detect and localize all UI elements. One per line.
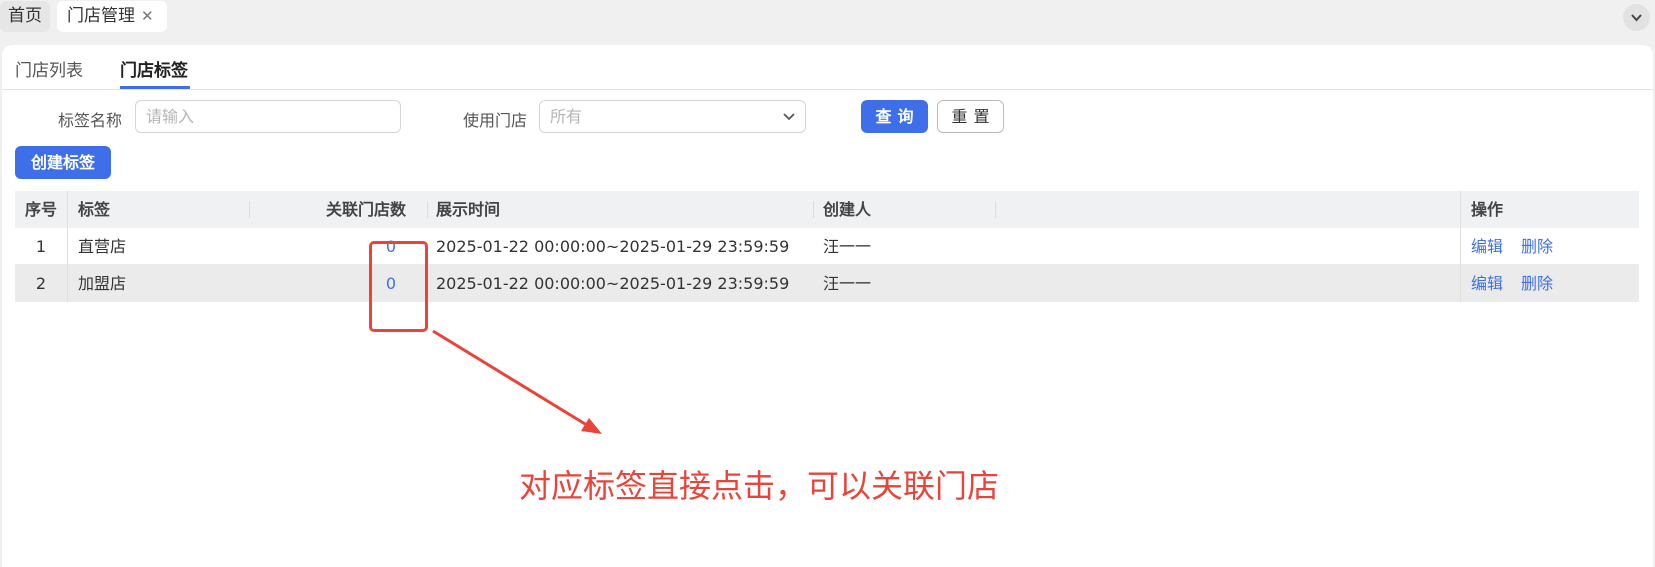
annotation-text: 对应标签直接点击，可以关联门店 [519,467,1000,505]
row-tag: 直营店 [78,237,127,256]
delete-link[interactable]: 删除 [1521,274,1553,293]
row-display-time: 2025-01-22 00:00:00~2025-01-29 23:59:59 [436,237,790,256]
header-store-count: 关联门店数 [325,200,406,219]
column-divider [67,191,68,228]
table-row: 2 加盟店 0 2025-01-22 00:00:00~2025-01-29 2… [15,265,1639,302]
page-tab-store-management[interactable]: 门店管理 ✕ [57,1,167,32]
column-divider [995,201,996,218]
column-divider [427,201,428,218]
column-divider [1460,265,1461,302]
use-store-select[interactable]: 所有 [539,100,806,133]
header-display-time: 展示时间 [436,200,501,219]
column-divider [813,201,814,218]
delete-link[interactable]: 删除 [1521,237,1553,256]
row-tag: 加盟店 [78,274,127,293]
header-creator: 创建人 [823,200,872,219]
tag-name-label: 标签名称 [58,111,123,130]
column-divider [67,228,68,265]
row-creator: 汪一一 [823,274,872,293]
use-store-value: 所有 [550,107,583,126]
use-store-label: 使用门店 [463,111,528,130]
row-ops: 编辑 删除 [1471,228,1631,265]
table-header: 序号 标签 关联门店数 展示时间 创建人 操作 [15,191,1639,228]
chevron-down-icon[interactable] [1623,4,1650,31]
column-divider [1460,228,1461,265]
reset-button[interactable]: 重置 [937,100,1004,133]
row-index: 1 [35,237,47,256]
row-index: 2 [35,274,47,293]
tab-divider [2,89,1653,90]
query-button[interactable]: 查询 [861,100,928,133]
create-tag-button[interactable]: 创建标签 [15,146,111,179]
annotation-highlight-box [369,241,428,332]
header-index: 序号 [24,200,57,219]
tab-store-tags[interactable]: 门店标签 [120,56,188,81]
header-ops: 操作 [1471,200,1504,219]
header-tag: 标签 [78,200,111,219]
row-display-time: 2025-01-22 00:00:00~2025-01-29 23:59:59 [436,274,790,293]
chevron-down-icon [782,101,796,144]
edit-link[interactable]: 编辑 [1471,274,1503,293]
table-row: 1 直营店 0 2025-01-22 00:00:00~2025-01-29 2… [15,228,1639,265]
column-divider [249,201,250,218]
page-tab-label: 门店管理 [67,6,135,26]
row-creator: 汪一一 [823,237,872,256]
close-icon[interactable]: ✕ [141,1,154,32]
row-ops: 编辑 删除 [1471,265,1631,302]
column-divider [1460,191,1461,228]
edit-link[interactable]: 编辑 [1471,237,1503,256]
page-tab-bar: 首页 门店管理 ✕ [0,0,1655,34]
column-divider [67,265,68,302]
tab-store-list[interactable]: 门店列表 [15,56,83,81]
page-tab-home[interactable]: 首页 [0,1,50,32]
tag-name-input[interactable] [135,100,401,133]
